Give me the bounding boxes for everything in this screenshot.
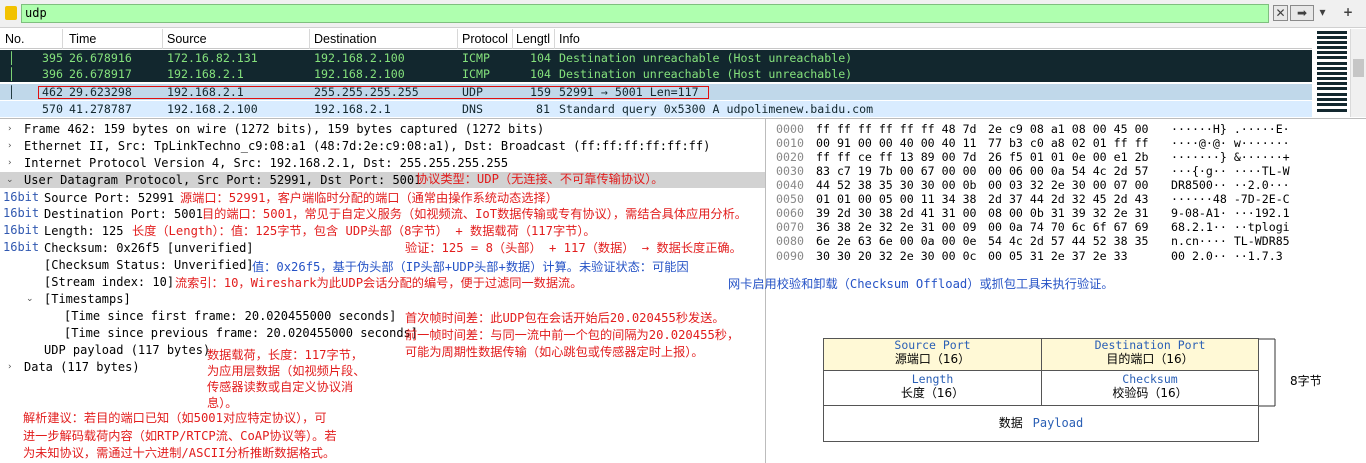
bit-tag: 16bit <box>3 223 40 237</box>
packet-time: 26.678917 <box>69 67 132 81</box>
field-time-previous[interactable]: [Time since previous frame: 20.020455000… <box>64 325 418 341</box>
packet-info: Destination unreachable (Host unreachabl… <box>559 67 853 81</box>
note-payload: 为应用层数据（如视频片段、 <box>207 364 366 378</box>
note-advice: 解析建议：若目的端口已知（如5001对应特定协议），可 <box>23 411 327 425</box>
bookmark-icon[interactable] <box>5 6 17 20</box>
diagram-destination-port: Destination Port 目的端口（16） <box>1041 338 1259 371</box>
packet-list: No. Time Source Destination Protocol Len… <box>0 29 1312 117</box>
diagram-source-port: Source Port 源端口（16） <box>823 338 1042 371</box>
note-source-port: 源端口：52991，客户端临时分配的端口（通常由操作系统动态选择） <box>180 191 558 205</box>
packet-time: 41.278787 <box>69 102 132 116</box>
note-advice: 为未知协议，需通过十六进制/ASCII分析推断数据格式。 <box>23 446 336 460</box>
note-time-previous: 前一帧时间差：与同一流中前一个包的间隔为20.020455秒， <box>405 328 740 342</box>
filter-dropdown-button[interactable]: ▾ <box>1316 5 1329 21</box>
tree-ip[interactable]: Internet Protocol Version 4, Src: 192.16… <box>24 155 508 171</box>
field-checksum-status[interactable]: [Checksum Status: Unverified] <box>44 257 254 273</box>
note-payload: 传感器读数或自定义协议消 <box>207 380 354 394</box>
field-source-port[interactable]: Source Port: 52991 <box>44 190 174 206</box>
packet-destination: 192.168.2.100 <box>314 51 405 65</box>
note-payload: 息）。 <box>207 396 238 410</box>
packet-protocol: ICMP <box>462 51 490 65</box>
udp-header-diagram: Source Port 源端口（16） Destination Port 目的端口（… <box>823 338 1259 442</box>
tree-ethernet[interactable]: Ethernet II, Src: TpLinkTechno_c9:08:a1 … <box>24 138 710 154</box>
field-checksum[interactable]: Checksum: 0x26f5 [unverified] <box>44 240 254 256</box>
field-destination-port[interactable]: Destination Port: 5001 <box>44 206 203 222</box>
packet-row[interactable]: │ 395 26.678916 172.16.82.131 192.168.2.… <box>0 50 1312 66</box>
expand-arrow-icon[interactable]: › <box>8 124 12 134</box>
bracket-8-bytes <box>1259 338 1276 407</box>
eight-bytes-label: 8字节 <box>1290 374 1322 388</box>
note-stream-index: 流索引：10，Wireshark为此UDP会话分配的编号，便于过滤同一数据流。 <box>175 276 583 290</box>
packet-row[interactable]: │ 396 26.678917 192.168.2.1 192.168.2.10… <box>0 66 1312 82</box>
note-verify: 验证：125 = 8（头部） + 117（数据） → 数据长度正确。 <box>405 241 742 255</box>
diagram-payload: 数据 Payload <box>823 405 1259 442</box>
packet-no: 396 <box>42 67 63 81</box>
column-no[interactable]: No. <box>5 32 24 46</box>
apply-filter-button[interactable]: ➡ <box>1290 5 1314 21</box>
note-checksum-offload: 网卡启用校验和卸载（Checksum Offload）或抓包工具未执行验证。 <box>728 277 1114 291</box>
field-time-first[interactable]: [Time since first frame: 20.020455000 se… <box>64 308 396 324</box>
packet-destination: 192.168.2.100 <box>314 67 405 81</box>
note-advice: 进一步解码载荷内容（如RTP/RTCP流、CoAP协议等）。若 <box>23 429 337 443</box>
field-udp-payload[interactable]: UDP payload (117 bytes) <box>44 342 210 358</box>
packet-length: 104 <box>530 51 551 65</box>
display-filter-input[interactable]: udp <box>21 4 1269 23</box>
packet-source: 172.16.82.131 <box>167 51 258 65</box>
field-stream-index[interactable]: [Stream index: 10] <box>44 274 174 290</box>
column-info[interactable]: Info <box>559 32 580 46</box>
packet-info: Destination unreachable (Host unreachabl… <box>559 51 853 65</box>
selected-packet-highlight-box <box>38 86 709 99</box>
clear-filter-button[interactable]: ✕ <box>1273 5 1288 21</box>
expand-arrow-icon[interactable]: › <box>8 141 12 151</box>
packet-list-header: No. Time Source Destination Protocol Len… <box>0 29 1312 49</box>
packet-list-scrollbar[interactable] <box>1350 29 1366 117</box>
packet-protocol: ICMP <box>462 67 490 81</box>
packet-length: 81 <box>536 102 550 116</box>
collapse-arrow-icon[interactable]: ⌄ <box>26 294 34 304</box>
bit-tag: 16bit <box>3 240 40 254</box>
packet-time: 26.678916 <box>69 51 132 65</box>
packet-bytes-pane: 0000 ff ff ff ff ff ff 48 7d 2e c9 08 a1 0… <box>766 118 1366 275</box>
diagram-checksum: Checksum 校验码（16） <box>1041 370 1259 406</box>
packet-destination: 192.168.2.1 <box>314 102 391 116</box>
packet-info: Standard query 0x5300 A udpolimenew.baid… <box>559 102 874 116</box>
note-destination-port: 目的端口：5001，常见于自定义服务（如视频流、IoT数据传输或专有协议），需结… <box>202 207 747 221</box>
expand-arrow-icon[interactable]: › <box>8 362 12 372</box>
tree-frame[interactable]: Frame 462: 159 bytes on wire (1272 bits)… <box>24 121 544 137</box>
column-time[interactable]: Time <box>69 32 96 46</box>
add-filter-button[interactable]: + <box>1341 5 1355 21</box>
column-source[interactable]: Source <box>167 32 207 46</box>
packet-length: 104 <box>530 67 551 81</box>
packet-no: 395 <box>42 51 63 65</box>
packet-protocol: DNS <box>462 102 483 116</box>
diagram-length: Length 长度（16） <box>823 370 1042 406</box>
expand-arrow-icon[interactable]: › <box>8 158 12 168</box>
packet-no: 570 <box>42 102 63 116</box>
bit-tag: 16bit <box>3 190 40 204</box>
note-length: 长度（Length）：值：125字节，包含 UDP头部（8字节） + 数据载荷（… <box>132 224 596 238</box>
note-time-first: 首次帧时间差：此UDP包在会话开始后20.020455秒发送。 <box>405 311 725 325</box>
tree-timestamps[interactable]: [Timestamps] <box>44 291 131 307</box>
bit-tag: 16bit <box>3 206 40 220</box>
tree-udp[interactable]: User Datagram Protocol, Src Port: 52991,… <box>24 172 421 188</box>
column-protocol[interactable]: Protocol <box>462 32 508 46</box>
scrollbar-thumb[interactable] <box>1353 59 1364 77</box>
note-protocol-type: 协议类型：UDP（无连接、不可靠传输协议）。 <box>416 172 664 186</box>
packet-source: 192.168.2.1 <box>167 67 244 81</box>
tree-data[interactable]: Data (117 bytes) <box>24 359 140 375</box>
note-payload: 数据载荷，长度：117字节， <box>207 348 364 362</box>
column-length[interactable]: Lengtl <box>516 32 550 46</box>
packet-source: 192.168.2.100 <box>167 102 258 116</box>
packet-row[interactable]: 570 41.278787 192.168.2.100 192.168.2.1 … <box>0 101 1312 117</box>
note-time-periodic: 可能为周期性数据传输（如心跳包或传感器定时上报）。 <box>405 345 704 359</box>
collapse-arrow-icon[interactable]: ⌄ <box>6 175 14 185</box>
note-checksum: 值：0x26f5，基于伪头部（IP头部+UDP头部+数据）计算。未验证状态：可能… <box>252 260 689 274</box>
packet-minimap[interactable] <box>1314 29 1350 117</box>
display-filter-toolbar: udp ✕ ➡ ▾ + <box>0 0 1366 28</box>
field-length[interactable]: Length: 125 <box>44 223 123 239</box>
column-destination[interactable]: Destination <box>314 32 377 46</box>
